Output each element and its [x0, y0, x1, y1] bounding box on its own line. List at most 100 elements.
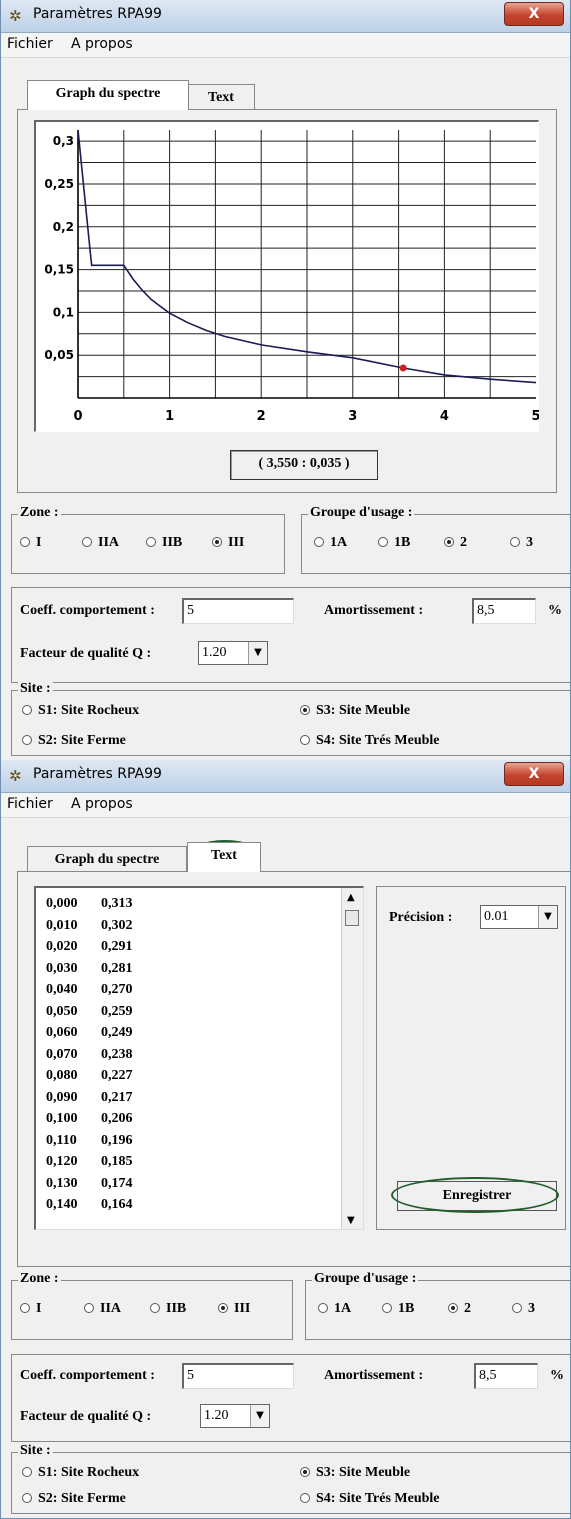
- radio-dot: [84, 1303, 94, 1313]
- groupe-radio-1a[interactable]: 1A: [314, 535, 347, 551]
- list-item[interactable]: 0,110 0,196: [46, 1132, 133, 1149]
- radio-dot: [314, 537, 324, 547]
- site-radio-s2[interactable]: S2: Site Ferme: [22, 733, 126, 749]
- amortissement-input[interactable]: 8,5: [472, 598, 536, 624]
- list-item[interactable]: 0,050 0,259: [46, 1004, 133, 1020]
- list-item[interactable]: 0,140 0,164: [46, 1197, 133, 1213]
- zone-radio-iia[interactable]: IIA: [84, 1301, 121, 1317]
- menu-bar: Fichier A propos: [1, 33, 570, 58]
- groupe-radio-1b[interactable]: 1B: [378, 535, 410, 551]
- groupe-radio-3[interactable]: 3: [510, 535, 533, 551]
- tab-graph-du-spectre[interactable]: Graph du spectre: [27, 846, 187, 872]
- groupe-radio-2[interactable]: 2: [448, 1301, 471, 1317]
- radio-dot: [512, 1303, 522, 1313]
- coeff-comportement-label: Coeff. comportement :: [20, 1368, 155, 1383]
- spectrum-chart: 0 1 2 3 4 5 0,3 0,25 0,2 0,15 0,1 0,05: [44, 129, 541, 424]
- scroll-down-icon[interactable]: ▼: [347, 1215, 355, 1226]
- amortissement-input[interactable]: 8,5: [474, 1363, 538, 1389]
- tab-text[interactable]: Text: [187, 842, 261, 872]
- facteur-qualite-value: 1.20: [204, 1408, 229, 1423]
- site-group: Site : S1: Site Rocheux S3: Site Meuble …: [11, 681, 570, 756]
- site-radio-s1[interactable]: S1: Site Rocheux: [22, 1465, 139, 1481]
- amortissement-label: Amortissement :: [324, 603, 424, 618]
- scroll-thumb[interactable]: [345, 910, 359, 926]
- list-item[interactable]: 0,130 0,174: [46, 1176, 133, 1192]
- tab-text[interactable]: Text: [187, 84, 255, 110]
- chevron-down-icon[interactable]: ▼: [250, 1405, 269, 1427]
- x-tick-label: 2: [257, 409, 266, 424]
- list-item-value: 0,164: [101, 1197, 133, 1212]
- radio-dot-selected: [218, 1303, 228, 1313]
- site-radio-s2[interactable]: S2: Site Ferme: [22, 1491, 126, 1507]
- list-item[interactable]: 0,020 0,291: [46, 939, 133, 955]
- groupe-radio-2[interactable]: 2: [444, 535, 467, 551]
- menu-fichier[interactable]: Fichier: [7, 36, 53, 52]
- spectrum-plot-area[interactable]: 0 1 2 3 4 5 0,3 0,25 0,2 0,15 0,1 0,05: [34, 120, 541, 432]
- facteur-qualite-label: Facteur de qualité Q :: [20, 1409, 152, 1424]
- list-item[interactable]: 0,070 0,238: [46, 1046, 133, 1063]
- list-item-period: 0,010: [46, 917, 78, 933]
- site-legend: Site :: [18, 681, 53, 697]
- tab-graph-du-spectre[interactable]: Graph du spectre: [27, 80, 189, 110]
- site-radio-s4[interactable]: S4: Site Trés Meuble: [300, 1491, 440, 1507]
- amortissement-label: Amortissement :: [324, 1368, 424, 1383]
- list-item[interactable]: 0,000 0,313: [46, 896, 133, 912]
- list-item[interactable]: 0,120 0,185: [46, 1154, 133, 1170]
- list-item[interactable]: 0,090 0,217: [46, 1089, 133, 1106]
- coeff-comportement-label: Coeff. comportement :: [20, 603, 155, 618]
- list-item[interactable]: 0,060 0,249: [46, 1025, 133, 1041]
- chevron-down-icon[interactable]: ▼: [248, 642, 267, 664]
- x-tick-label: 5: [531, 409, 539, 424]
- list-item-period: 0,060: [46, 1025, 78, 1040]
- chevron-down-icon[interactable]: ▼: [538, 906, 557, 928]
- window-title: Paramètres RPA99: [33, 6, 162, 22]
- list-item-value: 0,270: [101, 982, 133, 997]
- groupe-radio-1b[interactable]: 1B: [382, 1301, 414, 1317]
- list-item-period: 0,090: [46, 1089, 78, 1105]
- list-item-value: 0,259: [101, 1003, 133, 1019]
- close-button[interactable]: X: [504, 762, 564, 786]
- list-scrollbar[interactable]: ▲ ▼: [341, 888, 363, 1229]
- close-button[interactable]: X: [504, 2, 564, 26]
- menu-a-propos[interactable]: A propos: [71, 36, 133, 52]
- site-radio-s3[interactable]: S3: Site Meuble: [300, 703, 410, 719]
- list-item[interactable]: 0,100 0,206: [46, 1111, 133, 1127]
- facteur-qualite-select[interactable]: 1.20 ▼: [198, 641, 268, 665]
- facteur-qualite-select[interactable]: 1.20 ▼: [200, 1404, 270, 1428]
- coeff-comportement-input[interactable]: 5: [182, 1363, 294, 1389]
- precision-select[interactable]: 0.01 ▼: [480, 905, 558, 929]
- groupe-radio-3[interactable]: 3: [512, 1301, 535, 1317]
- list-item[interactable]: 0,040 0,270: [46, 982, 133, 998]
- zone-radio-iib[interactable]: IIB: [150, 1301, 186, 1317]
- radio-dot: [146, 537, 156, 547]
- radio-dot: [20, 537, 30, 547]
- radio-dot: [20, 1303, 30, 1313]
- list-item[interactable]: 0,030 0,281: [46, 961, 133, 977]
- coeff-comportement-input[interactable]: 5: [182, 598, 294, 624]
- y-tick-label: 0,25: [44, 177, 74, 191]
- params-group: Coeff. comportement : 5 Amortissement : …: [11, 587, 570, 683]
- groupe-radio-1a[interactable]: 1A: [318, 1301, 351, 1317]
- list-item-period: 0,070: [46, 1046, 78, 1062]
- zone-radio-i[interactable]: I: [20, 535, 41, 551]
- enregistrer-button[interactable]: Enregistrer: [397, 1181, 557, 1211]
- zone-legend: Zone :: [18, 1271, 61, 1287]
- list-item-period: 0,080: [46, 1068, 78, 1083]
- zone-radio-iia[interactable]: IIA: [82, 535, 119, 551]
- rpa99-window-graph: ✲ Paramètres RPA99 X Fichier A propos Gr…: [0, 0, 571, 760]
- site-radio-s4[interactable]: S4: Site Trés Meuble: [300, 733, 440, 749]
- site-radio-s3[interactable]: S3: Site Meuble: [300, 1465, 410, 1481]
- zone-radio-iib[interactable]: IIB: [146, 535, 182, 551]
- spectrum-values-list[interactable]: 0,000 0,313 0,010 0,302 0,020 0,291 0,030 0,281…: [34, 886, 364, 1230]
- scroll-up-icon[interactable]: ▲: [347, 892, 355, 903]
- zone-radio-iii[interactable]: III: [218, 1301, 250, 1317]
- zone-radio-iii[interactable]: III: [212, 535, 244, 551]
- menu-fichier[interactable]: Fichier: [7, 796, 53, 812]
- list-item[interactable]: 0,010 0,302: [46, 917, 133, 934]
- menu-a-propos[interactable]: A propos: [71, 796, 133, 812]
- list-item-period: 0,110: [46, 1132, 77, 1148]
- zone-radio-i[interactable]: I: [20, 1301, 41, 1317]
- site-radio-s1[interactable]: S1: Site Rocheux: [22, 703, 139, 719]
- list-item-period: 0,000: [46, 896, 78, 911]
- list-item[interactable]: 0,080 0,227: [46, 1068, 133, 1084]
